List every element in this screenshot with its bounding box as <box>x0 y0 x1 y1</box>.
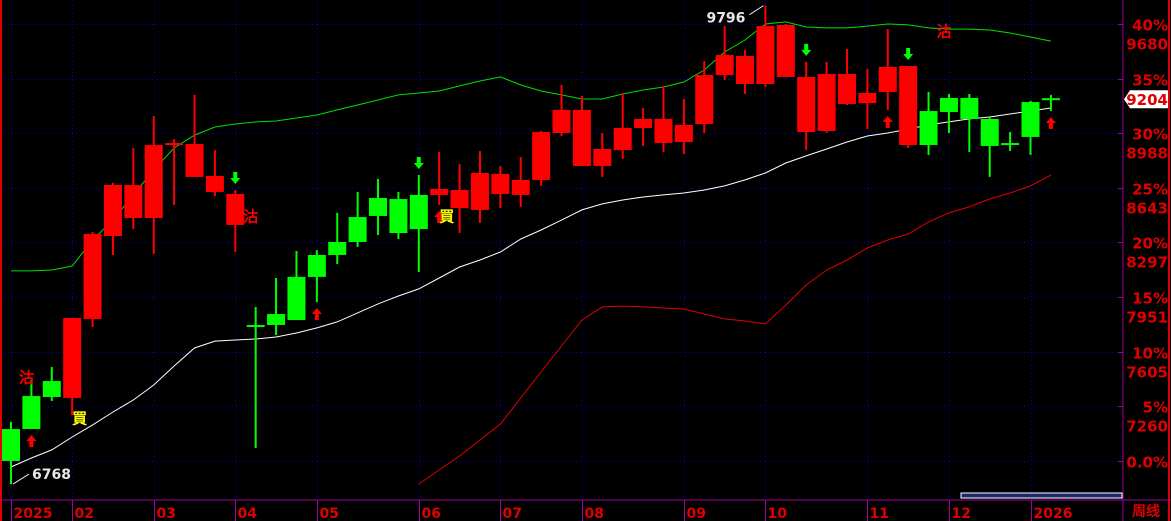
candle-body <box>919 111 938 146</box>
candle-body <box>226 193 245 225</box>
period-label[interactable]: 周线 <box>1132 503 1160 520</box>
y-tick-pct-label: 20% <box>1132 235 1168 253</box>
candle-body <box>511 179 530 195</box>
candle-doji <box>1001 143 1020 146</box>
candle <box>899 66 918 149</box>
sell-signal-label: 沽 <box>937 23 952 41</box>
y-tick-pct-label: 10% <box>1132 345 1168 363</box>
y-tick-price-label: 8643 <box>1126 200 1168 218</box>
x-tick-label: 06 <box>422 506 441 521</box>
candle-body <box>695 75 714 124</box>
candle-body <box>348 217 367 243</box>
y-tick-pct-label: 35% <box>1132 72 1168 90</box>
x-tick-label: 05 <box>320 506 339 521</box>
candle-body <box>124 184 143 218</box>
y-tick-price-label: 8988 <box>1126 145 1168 163</box>
candle-body <box>674 124 693 143</box>
candle-body <box>878 66 897 92</box>
candle-body <box>837 73 856 104</box>
x-tick-label: 12 <box>952 506 971 521</box>
sell-signal-label: 沽 <box>19 369 34 387</box>
candle-body <box>369 197 388 216</box>
x-tick-label: 04 <box>238 506 258 521</box>
candle-body <box>103 184 122 237</box>
low-price-label: 6768 <box>32 467 71 483</box>
candle-body <box>307 254 326 277</box>
candle-body <box>593 148 612 167</box>
candle-body <box>205 175 224 192</box>
candle-body <box>491 173 510 194</box>
candle <box>776 24 795 77</box>
x-tick-label: 10 <box>768 506 788 521</box>
scrollbar[interactable] <box>960 492 1123 499</box>
candle-body <box>409 194 428 230</box>
candle-body <box>2 429 20 461</box>
y-tick-price-label: 7951 <box>1126 309 1168 327</box>
candle-body <box>654 118 673 143</box>
candle-doji <box>1041 98 1060 101</box>
candlestick-chart[interactable]: 沽沽沽買買 6768 9796 40%968035%933430%898825%… <box>0 0 1171 521</box>
candle-body <box>736 55 755 85</box>
candle-body <box>572 109 591 167</box>
candle-body <box>328 242 347 255</box>
candle-doji <box>246 325 265 328</box>
candle <box>532 130 551 186</box>
candle-body <box>185 144 204 177</box>
candle-body <box>470 172 489 210</box>
candle-body <box>960 97 979 119</box>
candle-body <box>797 76 816 133</box>
x-tick-label: 2026 <box>1034 506 1073 521</box>
candle-body <box>267 314 286 325</box>
candle-body <box>63 317 82 398</box>
x-tick-label: 07 <box>503 506 522 521</box>
candle-body <box>552 109 571 134</box>
candle-body <box>776 24 795 77</box>
current-price-marker: 9204 <box>1124 90 1168 109</box>
candle-body <box>1021 102 1040 137</box>
y-tick-price-label: 9680 <box>1126 36 1168 54</box>
candle-body <box>939 97 958 112</box>
candle-body <box>980 118 999 146</box>
x-tick-label: 11 <box>870 506 889 521</box>
x-tick-label: 03 <box>157 506 176 521</box>
candle-body <box>817 73 836 131</box>
current-price-label: 9204 <box>1126 91 1168 109</box>
candle <box>83 232 102 328</box>
candle-body <box>22 396 41 430</box>
candle-body <box>144 145 163 218</box>
y-tick-price-label: 8297 <box>1126 254 1168 272</box>
x-tick-label: 08 <box>585 506 604 521</box>
candle-body <box>858 93 877 103</box>
buy-signal-label: 買 <box>72 410 87 428</box>
y-tick-price-label: 7260 <box>1126 418 1168 436</box>
candle-body <box>42 381 61 397</box>
candle-body <box>613 127 632 151</box>
candle-body <box>430 188 449 195</box>
buy-signal-label: 買 <box>439 207 454 225</box>
x-tick-label: 09 <box>687 506 706 521</box>
y-tick-price-label: 7605 <box>1126 364 1168 382</box>
candle-body <box>83 233 102 319</box>
x-tick-label: 2025 <box>14 506 53 521</box>
candle-body <box>450 190 469 209</box>
candle-body <box>389 199 408 234</box>
chart-background <box>0 0 1171 521</box>
y-tick-pct-label: 25% <box>1132 181 1168 199</box>
candle-body <box>634 118 653 128</box>
high-price-label: 9796 <box>706 11 745 27</box>
y-tick-pct-label: 30% <box>1132 126 1168 144</box>
candle-body <box>532 132 551 180</box>
candle-body <box>756 26 775 85</box>
y-tick-pct-label: 0.0% <box>1126 454 1168 472</box>
y-tick-pct-label: 40% <box>1132 17 1168 35</box>
x-tick-label: 02 <box>75 506 94 521</box>
candle-body <box>287 276 306 321</box>
y-tick-pct-label: 15% <box>1132 290 1168 308</box>
y-tick-pct-label: 5% <box>1143 399 1168 417</box>
candle-body <box>715 54 734 76</box>
sell-signal-label: 沽 <box>243 207 258 225</box>
candle-body <box>899 66 918 146</box>
candle-doji <box>165 143 184 146</box>
